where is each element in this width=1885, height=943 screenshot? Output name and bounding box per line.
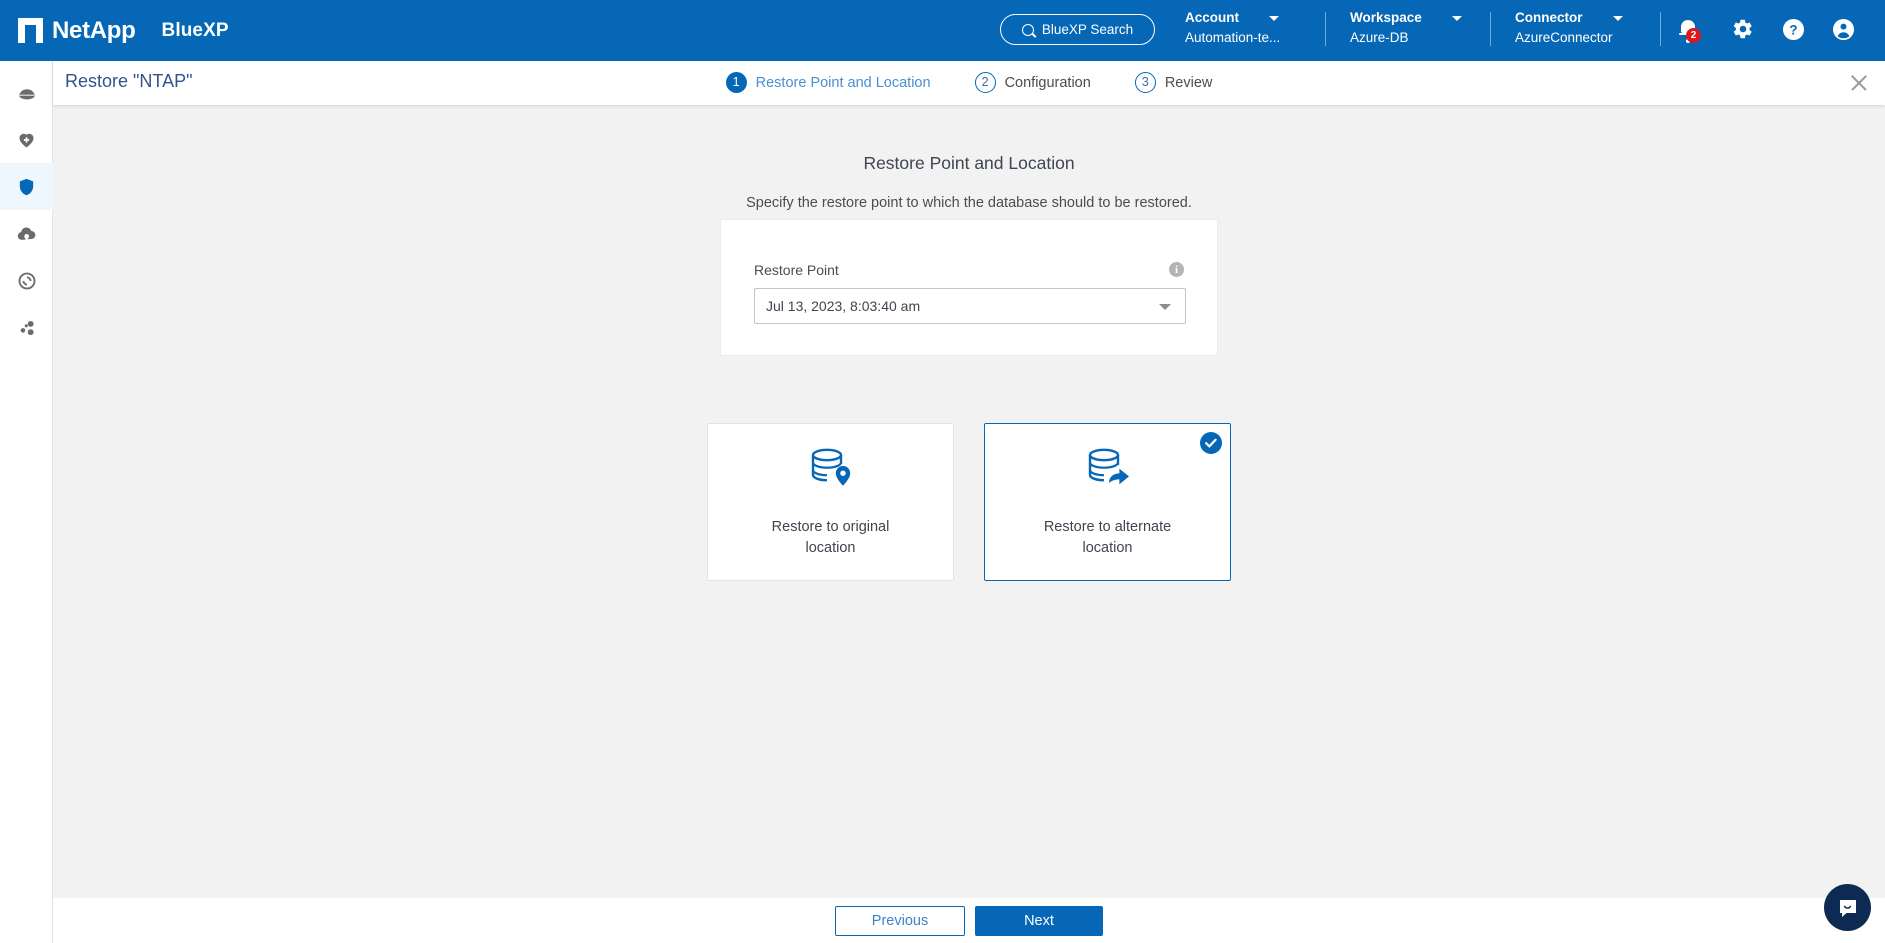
step-2-number: 2 — [975, 72, 996, 93]
connector-selector[interactable]: Connector AzureConnector — [1515, 9, 1623, 47]
brand-logo[interactable]: NetApp BlueXP — [0, 17, 229, 45]
step-1-label: Restore Point and Location — [756, 75, 931, 91]
bluexp-product-name: BlueXP — [162, 20, 229, 42]
bell-icon: 2 — [1678, 19, 1698, 39]
location-options: Restore to original location — [707, 423, 1231, 581]
netapp-brand-name: NetApp — [52, 17, 136, 45]
restore-to-alternate-location-card[interactable]: Restore to alternate location — [984, 423, 1231, 581]
restore-point-select[interactable]: Jul 13, 2023, 8:03:40 am — [754, 288, 1186, 324]
canvas-icon — [16, 82, 38, 104]
svg-text:?: ? — [1789, 22, 1797, 37]
restore-to-original-location-label: Restore to original location — [751, 517, 911, 559]
database-location-pin-icon — [805, 445, 857, 500]
previous-button[interactable]: Previous — [835, 906, 965, 936]
chevron-down-icon — [1269, 16, 1279, 21]
gear-icon — [1732, 18, 1754, 40]
top-header: NetApp BlueXP BlueXP Search Account Auto… — [0, 0, 1885, 61]
wizard-step-1[interactable]: 1 Restore Point and Location — [726, 72, 931, 93]
header-divider-1 — [1325, 12, 1326, 46]
notifications-button[interactable]: 2 — [1672, 14, 1704, 46]
wizard-header: Restore "NTAP" 1 Restore Point and Locat… — [53, 61, 1885, 105]
wizard-footer: Previous Next — [53, 898, 1885, 943]
restore-to-alternate-location-label: Restore to alternate location — [1028, 517, 1188, 559]
sync-refresh-icon — [17, 271, 37, 291]
restore-point-label: Restore Point — [754, 262, 839, 278]
chat-support-button[interactable] — [1824, 884, 1871, 931]
connector-title: Connector — [1515, 9, 1583, 27]
left-sidebar — [0, 61, 53, 943]
notification-count-badge: 2 — [1686, 28, 1701, 43]
chevron-down-icon — [1613, 16, 1623, 21]
wizard-step-2[interactable]: 2 Configuration — [975, 72, 1091, 93]
account-selector[interactable]: Account Automation-te... — [1185, 9, 1280, 47]
restore-point-card: Restore Point i Jul 13, 2023, 8:03:40 am — [720, 219, 1218, 356]
check-circle-icon — [1200, 432, 1222, 454]
help-icon: ? — [1782, 18, 1805, 41]
user-avatar-icon — [1832, 18, 1855, 41]
close-icon[interactable] — [1849, 73, 1869, 93]
step-3-label: Review — [1165, 75, 1213, 91]
next-button[interactable]: Next — [975, 906, 1103, 936]
help-button[interactable]: ? — [1777, 14, 1809, 46]
health-heart-icon — [16, 129, 37, 150]
restore-wizard: Restore "NTAP" 1 Restore Point and Locat… — [53, 61, 1885, 943]
bluexp-search-button[interactable]: BlueXP Search — [1000, 14, 1155, 45]
account-value: Automation-te... — [1185, 29, 1280, 47]
search-icon — [1022, 24, 1034, 36]
workspace-selector[interactable]: Workspace Azure-DB — [1350, 9, 1462, 47]
wizard-step-3[interactable]: 3 Review — [1135, 72, 1213, 93]
sidebar-item-sync[interactable] — [0, 257, 53, 304]
chevron-down-icon — [1452, 16, 1462, 21]
chat-bubble-icon — [1836, 896, 1860, 920]
settings-button[interactable] — [1727, 14, 1759, 46]
database-arrow-icon — [1082, 445, 1134, 500]
content-heading: Restore Point and Location — [53, 153, 1885, 174]
connector-value: AzureConnector — [1515, 29, 1623, 47]
cloud-lock-icon — [16, 223, 38, 245]
governance-nodes-icon — [16, 317, 38, 339]
step-2-label: Configuration — [1005, 75, 1091, 91]
netapp-logo-icon — [18, 18, 43, 43]
sidebar-item-protection[interactable] — [0, 163, 53, 210]
content-subheading: Specify the restore point to which the d… — [53, 195, 1885, 211]
info-icon[interactable]: i — [1169, 262, 1184, 277]
restore-to-original-location-card[interactable]: Restore to original location — [707, 423, 954, 581]
restore-point-value: Jul 13, 2023, 8:03:40 am — [766, 298, 920, 314]
account-title: Account — [1185, 9, 1239, 27]
header-divider-2 — [1490, 12, 1491, 46]
search-label: BlueXP Search — [1042, 22, 1133, 37]
sidebar-item-governance[interactable] — [0, 304, 53, 351]
chevron-down-icon — [1159, 304, 1171, 310]
sidebar-item-health[interactable] — [0, 116, 53, 163]
protection-shield-icon — [17, 176, 36, 197]
workspace-title: Workspace — [1350, 9, 1422, 27]
workspace-value: Azure-DB — [1350, 29, 1462, 47]
user-account-button[interactable] — [1827, 14, 1859, 46]
header-divider-3 — [1660, 12, 1661, 46]
wizard-steps: 1 Restore Point and Location 2 Configura… — [53, 72, 1885, 93]
sidebar-item-canvas[interactable] — [0, 69, 53, 116]
step-1-number: 1 — [726, 72, 747, 93]
sidebar-item-cloud-lock[interactable] — [0, 210, 53, 257]
step-3-number: 3 — [1135, 72, 1156, 93]
wizard-body: Restore Point and Location Specify the r… — [53, 105, 1885, 898]
